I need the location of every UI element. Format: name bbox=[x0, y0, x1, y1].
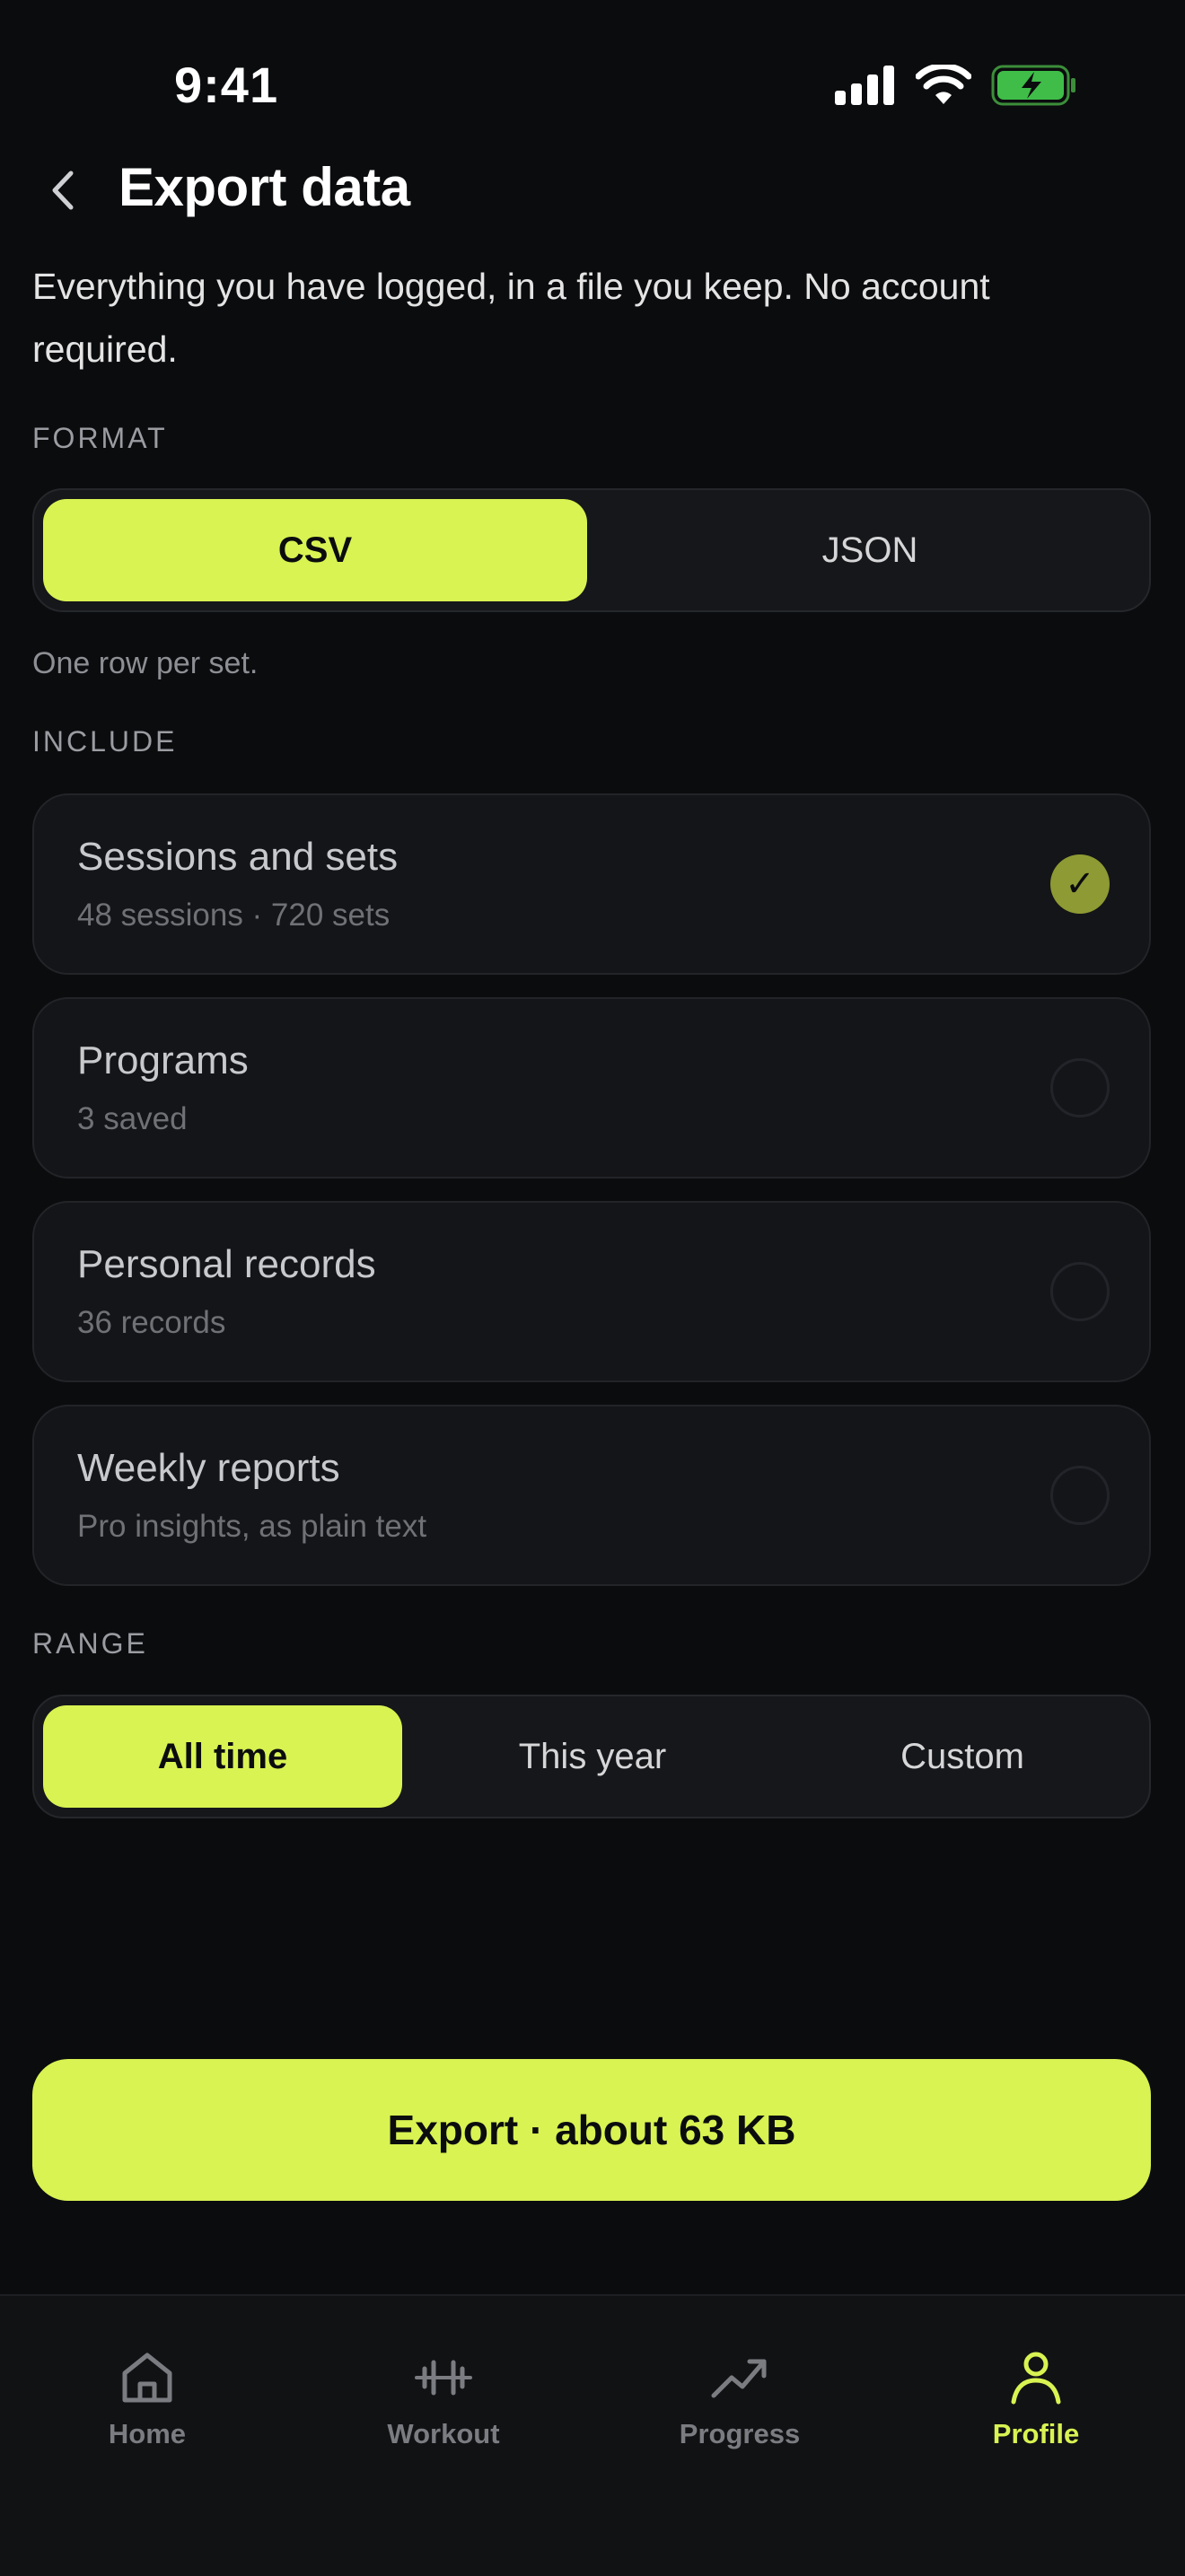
unchecked-circle-icon[interactable] bbox=[1050, 1466, 1110, 1525]
tab-workout[interactable]: Workout bbox=[345, 2348, 542, 2450]
option-title: Programs bbox=[77, 1038, 249, 1082]
option-subtitle: 3 saved bbox=[77, 1101, 188, 1136]
person-icon bbox=[1011, 2352, 1061, 2405]
option-subtitle: 36 records bbox=[77, 1305, 226, 1340]
range-option-this-year[interactable]: This year bbox=[413, 1705, 772, 1808]
tab-home[interactable]: Home bbox=[48, 2348, 246, 2450]
tab-progress[interactable]: Progress bbox=[641, 2348, 838, 2450]
tab-bar: Home Workout Progress Profile bbox=[0, 2294, 1185, 2576]
status-icons bbox=[835, 65, 1077, 106]
format-section-label: FORMAT bbox=[32, 422, 168, 454]
status-time: 9:41 bbox=[174, 57, 279, 113]
include-option-programs[interactable]: Programs 3 saved bbox=[32, 997, 1151, 1178]
option-title: Sessions and sets bbox=[77, 835, 399, 879]
option-subtitle: 48 sessions · 720 sets bbox=[77, 898, 391, 933]
cellular-signal-icon bbox=[835, 66, 894, 105]
option-title: Weekly reports bbox=[77, 1446, 340, 1490]
home-icon bbox=[122, 2353, 172, 2403]
include-section-label: INCLUDE bbox=[32, 725, 178, 758]
include-option-personal-records[interactable]: Personal records 36 records bbox=[32, 1201, 1151, 1382]
page-title: Export data bbox=[118, 157, 410, 217]
trend-up-icon bbox=[711, 2359, 767, 2398]
range-option-all-time[interactable]: All time bbox=[43, 1705, 402, 1808]
battery-charging-icon bbox=[991, 65, 1075, 106]
format-option-csv[interactable]: CSV bbox=[43, 499, 587, 601]
format-option-json[interactable]: JSON bbox=[598, 499, 1142, 601]
intro-text: Everything you have logged, in a file yo… bbox=[32, 266, 990, 370]
include-option-sessions[interactable]: Sessions and sets 48 sessions · 720 sets… bbox=[32, 793, 1151, 975]
unchecked-circle-icon[interactable] bbox=[1050, 1262, 1110, 1321]
tab-label: Profile bbox=[992, 2418, 1080, 2449]
format-hint: One row per set. bbox=[32, 646, 259, 680]
option-title: Personal records bbox=[77, 1242, 376, 1286]
chevron-left-icon bbox=[52, 171, 74, 210]
tab-label: Home bbox=[108, 2418, 187, 2449]
page-header: Export data bbox=[0, 151, 1185, 232]
range-selector: All time This year Custom bbox=[32, 1695, 1151, 1818]
wifi-icon bbox=[916, 65, 971, 104]
unchecked-circle-icon[interactable] bbox=[1050, 1058, 1110, 1117]
export-button[interactable]: Export · about 63 KB bbox=[32, 2059, 1151, 2201]
dumbbell-icon bbox=[415, 2360, 472, 2396]
option-subtitle: Pro insights, as plain text bbox=[77, 1509, 427, 1544]
status-bar: 9:41 bbox=[0, 0, 1185, 171]
tab-profile[interactable]: Profile bbox=[937, 2348, 1135, 2450]
include-option-weekly-reports[interactable]: Weekly reports Pro insights, as plain te… bbox=[32, 1405, 1151, 1586]
tab-label: Workout bbox=[387, 2418, 500, 2449]
checkmark-icon[interactable]: ✓ bbox=[1050, 854, 1110, 914]
format-selector: CSV JSON bbox=[32, 488, 1151, 612]
range-section-label: RANGE bbox=[32, 1627, 148, 1660]
back-button[interactable] bbox=[36, 163, 90, 217]
range-option-custom[interactable]: Custom bbox=[783, 1705, 1142, 1808]
tab-label: Progress bbox=[679, 2418, 801, 2449]
